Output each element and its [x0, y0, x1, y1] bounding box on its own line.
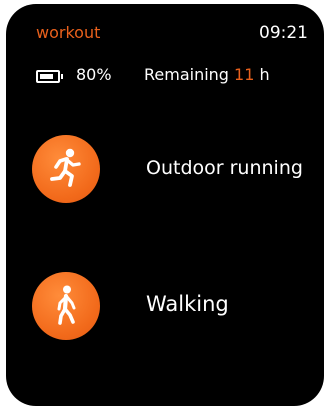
- watch-screen: workout 09:21 80% Remaining 11 h Outdoor…: [6, 4, 324, 406]
- walking-icon: [32, 272, 100, 340]
- remaining-hours: 11: [234, 65, 255, 84]
- battery-percentage: 80%: [76, 65, 112, 84]
- running-figure: [50, 148, 81, 187]
- app-title: workout: [36, 23, 101, 42]
- clock: 09:21: [259, 23, 308, 43]
- workout-label-outdoor-running: Outdoor running: [146, 157, 303, 179]
- status-bar: workout 09:21: [6, 22, 324, 48]
- battery-fill: [40, 74, 53, 79]
- remaining-label: Remaining: [144, 65, 235, 84]
- workout-label-walking: Walking: [146, 292, 229, 316]
- battery-row: 80% Remaining 11 h: [36, 64, 314, 86]
- workout-item-walking[interactable]: Walking: [32, 272, 324, 342]
- workout-item-outdoor-running[interactable]: Outdoor running: [32, 135, 324, 205]
- remaining-time: Remaining 11 h: [144, 64, 270, 86]
- remaining-unit: h: [254, 65, 270, 84]
- battery-icon: [36, 70, 63, 83]
- running-icon: [32, 135, 100, 203]
- walking-figure: [57, 285, 76, 325]
- battery-nub: [61, 74, 63, 79]
